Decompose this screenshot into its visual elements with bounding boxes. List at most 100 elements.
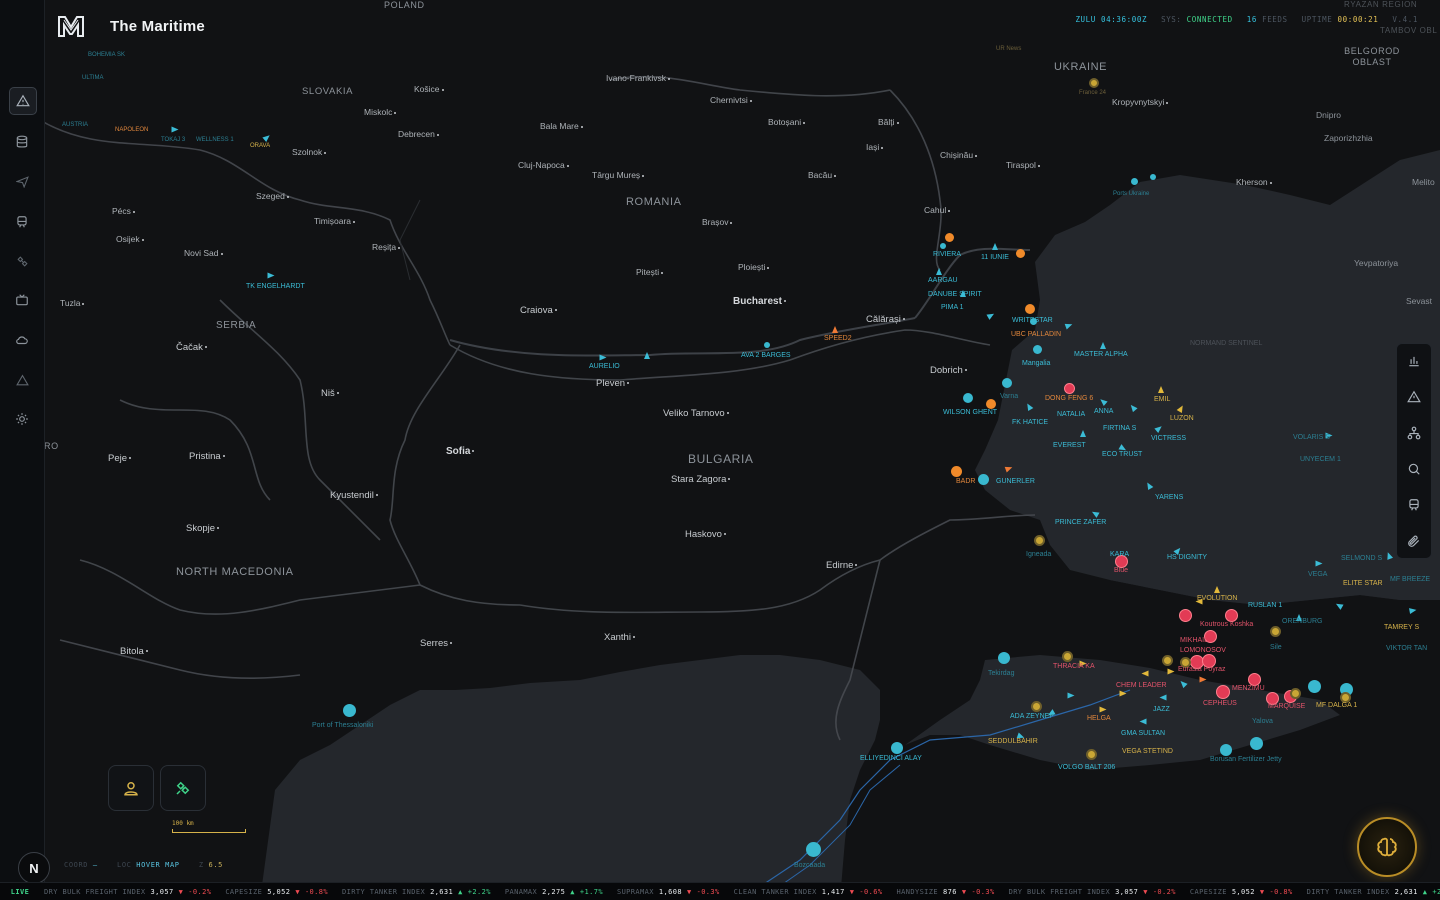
vessel-arrow[interactable] — [599, 354, 607, 361]
ai-assistant-button[interactable] — [1357, 817, 1417, 877]
vessel-label[interactable]: FIRTINA S — [1103, 425, 1136, 432]
port-marker[interactable] — [1033, 345, 1042, 354]
vessel-label[interactable]: Port of Thessaloniki — [312, 722, 373, 729]
vessel-label[interactable]: TK ENGELHARDT — [246, 283, 305, 290]
vessel-label[interactable]: ANNA — [1094, 408, 1113, 415]
vessel-label[interactable]: Yalova — [1252, 718, 1273, 725]
port-marker[interactable] — [1179, 609, 1192, 622]
vessel-label[interactable]: RUSLAN 1 — [1248, 602, 1282, 609]
vessel-label[interactable]: EMIL — [1154, 396, 1170, 403]
alert-triangle-icon[interactable] — [9, 87, 37, 115]
port-marker[interactable] — [1216, 685, 1230, 699]
vessel-arrow[interactable] — [1067, 692, 1075, 699]
vessel-label[interactable]: Igneada — [1026, 551, 1051, 558]
vessel-label[interactable]: TAMREY S — [1384, 624, 1419, 631]
vessel-label[interactable]: SPEED2 — [824, 335, 852, 342]
vessel-label[interactable]: Ports Ukraine — [1113, 191, 1149, 197]
vessel-label[interactable]: WRITESTAR — [1012, 317, 1053, 324]
vessel-label[interactable]: GMA SULTAN — [1121, 730, 1165, 737]
vessel-label[interactable]: MENZIMU — [1232, 685, 1265, 692]
vessel-label[interactable]: PIMA 1 — [941, 304, 964, 311]
vessel-label[interactable]: AUSTRIA — [62, 122, 88, 128]
satellite-icon[interactable] — [9, 248, 35, 274]
vessel-label[interactable]: Blue — [1114, 567, 1128, 574]
vessel-label[interactable]: NAPOLEON — [115, 127, 148, 133]
vessel-label[interactable]: FK HATICE — [1012, 419, 1048, 426]
vessel-label[interactable]: ULTIMA — [82, 75, 104, 81]
vessel-label[interactable]: HS DIGNITY — [1167, 554, 1207, 561]
vessel-label[interactable]: RIVIERA — [933, 251, 961, 258]
vessel-label[interactable]: Mangalia — [1022, 360, 1050, 367]
train-icon[interactable] — [9, 209, 35, 235]
port-marker[interactable] — [891, 742, 903, 754]
map-canvas[interactable] — [0, 0, 1440, 900]
vessel-label[interactable]: HELGA — [1087, 715, 1111, 722]
vessel-arrow[interactable] — [1159, 694, 1167, 701]
vessel-arrow[interactable] — [1214, 586, 1220, 593]
bar-chart-icon[interactable] — [1402, 349, 1426, 373]
vessel-arrow[interactable] — [267, 272, 275, 279]
vessel-label[interactable]: YARENS — [1155, 494, 1183, 501]
port-marker[interactable] — [1034, 535, 1045, 546]
vessel-arrow[interactable] — [1119, 690, 1127, 697]
vessel-arrow[interactable] — [936, 268, 942, 275]
port-marker[interactable] — [951, 466, 962, 477]
warning-icon[interactable] — [9, 367, 35, 393]
vessel-label[interactable]: VOLARIS S — [1293, 434, 1330, 441]
port-marker[interactable] — [940, 243, 946, 249]
vessel-label[interactable]: Koutrous Koshka — [1200, 621, 1253, 628]
vessel-label[interactable]: WILSON GHENT — [943, 409, 997, 416]
port-marker[interactable] — [1025, 304, 1035, 314]
vessel-label[interactable]: ELLIYEDINCI ALAY — [860, 755, 922, 762]
search-icon[interactable] — [1402, 457, 1426, 481]
port-marker[interactable] — [986, 399, 996, 409]
vessel-label[interactable]: UNYECEM 1 — [1300, 456, 1341, 463]
port-marker[interactable] — [1290, 688, 1301, 699]
vessel-arrow[interactable] — [644, 352, 650, 359]
vessel-label[interactable]: DONG FENG 6 — [1045, 395, 1093, 402]
brand[interactable]: The Maritime — [58, 14, 205, 38]
port-marker[interactable] — [1250, 737, 1263, 750]
vessel-label[interactable]: GUNERLER — [996, 478, 1035, 485]
vessel-label[interactable]: NATALIA — [1057, 411, 1085, 418]
vessel-label[interactable]: MF DALGA 1 — [1316, 702, 1357, 709]
vessel-label[interactable]: MIKHAIL LOMONOSOV — [1180, 636, 1240, 656]
vessel-label[interactable]: CEPHEUS — [1203, 700, 1237, 707]
alert-icon[interactable] — [1402, 385, 1426, 409]
vessel-label[interactable]: France 24 — [1079, 90, 1106, 96]
vessel-arrow[interactable] — [1315, 560, 1323, 567]
port-marker[interactable] — [343, 704, 356, 717]
port-marker[interactable] — [963, 393, 973, 403]
port-marker[interactable] — [1016, 249, 1025, 258]
vessel-label[interactable]: MARQUISE — [1268, 703, 1305, 710]
vessel-label[interactable]: Sile — [1270, 644, 1282, 651]
vessel-label[interactable]: VEGA — [1308, 571, 1327, 578]
vessel-label[interactable]: THRACIA KA — [1053, 663, 1095, 670]
vessel-arrow[interactable] — [1100, 342, 1106, 349]
database-icon[interactable] — [9, 129, 35, 155]
vessel-label[interactable]: TOKAJ 3 — [161, 137, 185, 143]
vessel-arrow[interactable] — [1158, 386, 1164, 393]
vessel-label[interactable]: ORAVA — [250, 143, 270, 149]
vessel-arrow[interactable] — [832, 326, 838, 333]
location-pin-button[interactable] — [108, 765, 154, 811]
port-marker[interactable] — [1086, 749, 1097, 760]
vessel-arrow[interactable] — [1141, 670, 1149, 677]
vessel-label[interactable]: VOLGO BALT 206 — [1058, 764, 1115, 771]
vessel-label[interactable]: BOHEMIA SK — [88, 52, 125, 58]
vessel-label[interactable]: ADA ZEYNEP — [1010, 713, 1054, 720]
port-marker[interactable] — [764, 342, 770, 348]
vessel-arrow[interactable] — [1139, 718, 1147, 725]
vessel-label[interactable]: UR News — [996, 46, 1021, 52]
vessel-label[interactable]: PRINCE ZAFER — [1055, 519, 1106, 526]
port-marker[interactable] — [1064, 383, 1075, 394]
vessel-label[interactable]: JAZZ — [1153, 706, 1170, 713]
vessel-arrow[interactable] — [1080, 430, 1086, 437]
port-marker[interactable] — [1220, 744, 1232, 756]
vessel-label[interactable]: KARA — [1110, 551, 1129, 558]
vessel-label[interactable]: Bozcaada — [794, 862, 825, 869]
vessel-arrow[interactable] — [171, 126, 179, 133]
notifications-button[interactable]: N — [18, 852, 50, 884]
port-marker[interactable] — [978, 474, 989, 485]
vessel-label[interactable]: VIKTOR TAN — [1386, 645, 1427, 652]
